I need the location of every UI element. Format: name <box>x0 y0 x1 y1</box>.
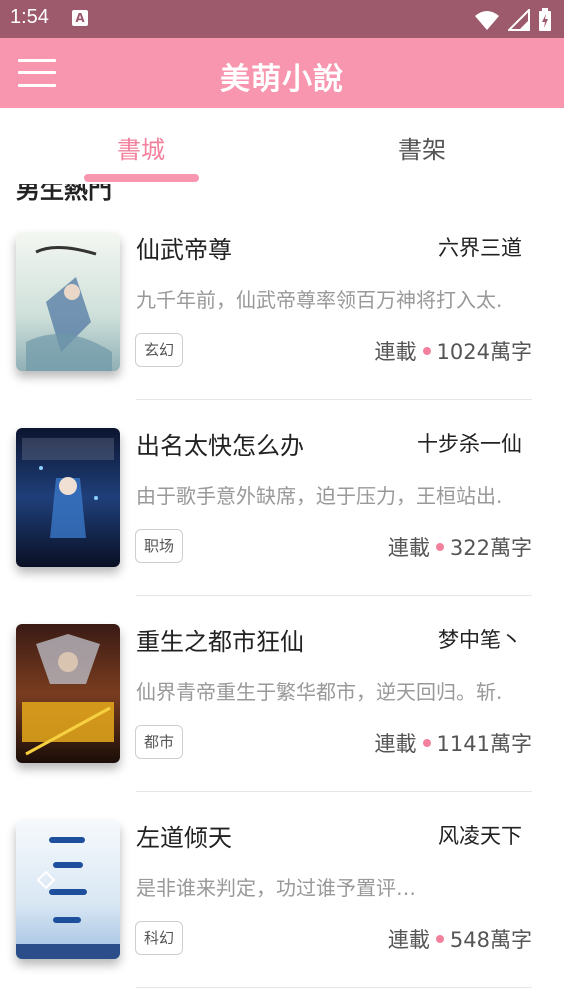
app-title: 美萌小說 <box>220 62 344 97</box>
book-tag: 科幻 <box>135 921 184 955</box>
book-tag: 玄幻 <box>135 333 184 367</box>
book-tag: 职场 <box>135 529 184 563</box>
book-meta: 連載 1141萬字 <box>375 728 532 758</box>
book-item[interactable]: 重生之都市狂仙 梦中笔丶 仙界青帝重生于繁华都市，逆天回归。斩. 都市 連載 1… <box>0 596 564 792</box>
tab-active-indicator <box>84 174 199 182</box>
app-bar: 美萌小說 <box>0 38 564 108</box>
dot-separator <box>422 347 431 355</box>
book-item[interactable]: 仙武帝尊 六界三道 九千年前，仙武帝尊率领百万神将打入太. 玄幻 連載 1024… <box>0 204 564 400</box>
book-author: 六界三道 <box>438 236 522 260</box>
book-word-count: 1024萬字 <box>436 340 532 364</box>
book-description: 是非谁来判定，功过谁予置评… <box>136 876 416 900</box>
book-author: 梦中笔丶 <box>438 628 522 652</box>
book-word-count: 1141萬字 <box>436 732 532 756</box>
book-status: 連載 <box>374 340 417 364</box>
book-author: 十步杀一仙 <box>417 432 522 456</box>
book-status: 連載 <box>387 928 430 952</box>
book-meta: 連載 548萬字 <box>388 924 532 954</box>
signal-icon <box>508 9 530 31</box>
book-item[interactable]: 出名太快怎么办 十步杀一仙 由于歌手意外缺席，迫于压力，王桓站出. 职场 連載 … <box>0 400 564 596</box>
book-word-count: 548萬字 <box>449 928 532 952</box>
dot-separator <box>435 543 444 551</box>
book-word-count: 322萬字 <box>449 536 532 560</box>
book-cover[interactable] <box>16 232 120 371</box>
dot-separator <box>422 739 431 747</box>
battery-icon <box>539 8 551 31</box>
book-description: 由于歌手意外缺席，迫于压力，王桓站出. <box>136 484 503 508</box>
divider <box>136 987 532 988</box>
book-title: 仙武帝尊 <box>136 236 232 264</box>
status-bar: 1:54 A <box>0 0 564 38</box>
book-cover[interactable] <box>16 428 120 567</box>
book-title: 出名太快怎么办 <box>136 432 304 460</box>
book-item[interactable]: 左道倾天 风凌天下 是非谁来判定，功过谁予置评… 科幻 連載 548萬字 <box>0 792 564 988</box>
book-meta: 連載 1024萬字 <box>375 336 532 366</box>
book-cover[interactable] <box>16 820 120 959</box>
book-meta: 連載 322萬字 <box>388 532 532 562</box>
tab-bar: 書城 書架 <box>0 108 564 184</box>
section-title: 男生熱門 <box>16 184 112 204</box>
book-list: 仙武帝尊 六界三道 九千年前，仙武帝尊率领百万神将打入太. 玄幻 連載 1024… <box>0 204 564 988</box>
tab-bookstore[interactable]: 書城 <box>117 130 165 165</box>
status-time: 1:54 <box>10 6 49 28</box>
book-author: 风凌天下 <box>438 824 522 848</box>
section-header: 男生熱門 <box>0 184 564 204</box>
book-cover[interactable] <box>16 624 120 763</box>
tab-bookshelf[interactable]: 書架 <box>398 130 446 165</box>
dot-separator <box>435 935 444 943</box>
wifi-icon <box>475 11 499 30</box>
book-description: 仙界青帝重生于繁华都市，逆天回归。斩. <box>136 680 503 704</box>
notification-icon: A <box>72 10 88 26</box>
book-title: 左道倾天 <box>136 824 232 852</box>
book-tag: 都市 <box>135 725 184 759</box>
book-title: 重生之都市狂仙 <box>136 628 304 656</box>
book-description: 九千年前，仙武帝尊率领百万神将打入太. <box>136 288 503 312</box>
status-icons <box>474 8 552 32</box>
book-status: 連載 <box>387 536 430 560</box>
book-status: 連載 <box>374 732 417 756</box>
